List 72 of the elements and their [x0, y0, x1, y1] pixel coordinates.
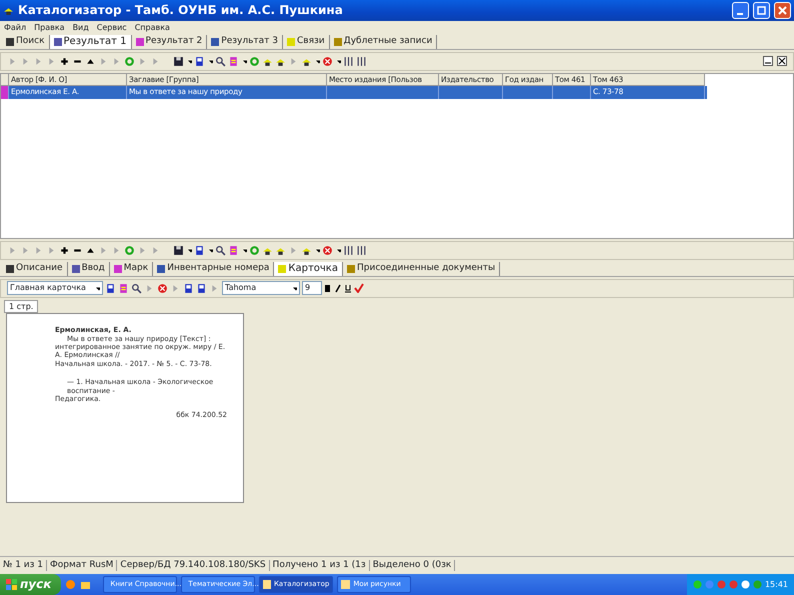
tab-icon — [54, 38, 62, 46]
magnifier-icon[interactable] — [215, 56, 226, 67]
columns-icon[interactable] — [343, 244, 354, 256]
result-tab[interactable]: Поиск — [2, 34, 50, 49]
columns-icon[interactable] — [356, 56, 367, 67]
document-icon[interactable] — [194, 244, 205, 256]
status-text: Выделено 0 (0зк — [370, 560, 456, 571]
maximize-icon[interactable] — [757, 6, 766, 15]
row-marker — [1, 86, 9, 99]
columns-icon[interactable] — [343, 56, 354, 67]
checkmark-icon[interactable] — [354, 283, 364, 294]
status-text: Получено 1 из 1 (1з — [270, 560, 370, 571]
plus-icon[interactable] — [59, 56, 70, 67]
result-tab[interactable]: Связи — [283, 34, 330, 49]
tab-icon — [114, 264, 122, 273]
restore-icon[interactable] — [763, 56, 773, 66]
minimize-button[interactable] — [732, 2, 749, 19]
menu-item[interactable]: Файл — [4, 23, 26, 33]
page-tab[interactable]: 1 стр. — [4, 300, 38, 314]
book-icon[interactable] — [118, 282, 129, 294]
detail-tab[interactable]: Марк — [110, 262, 154, 276]
flag-icon — [6, 579, 17, 590]
window-icon — [263, 580, 271, 589]
font-dropdown[interactable]: Tahoma — [222, 281, 300, 296]
document-icon[interactable] — [194, 56, 205, 67]
start-button[interactable]: пуск — [0, 574, 62, 595]
tab-icon — [157, 264, 166, 273]
tab-icon — [278, 264, 286, 273]
window-title: Каталогизатор - Тамб. ОУНБ им. А.С. Пушкина — [18, 3, 343, 18]
tab-icon — [346, 264, 355, 273]
document-icon[interactable] — [196, 282, 207, 294]
document-icon[interactable] — [183, 282, 194, 294]
result-tab[interactable]: Результат 3 — [207, 34, 284, 49]
bold-icon[interactable] — [324, 284, 332, 293]
detail-tab[interactable]: Карточка — [274, 262, 343, 276]
result-tab[interactable]: Результат 2 — [132, 34, 208, 49]
result-tab[interactable]: Дублетные записи — [330, 34, 438, 49]
document-icon[interactable] — [105, 282, 116, 294]
tab-icon — [287, 38, 296, 46]
italic-icon[interactable] — [334, 284, 342, 293]
menu-item[interactable]: Сервис — [96, 23, 127, 33]
card-type-dropdown[interactable]: Главная карточка — [7, 281, 103, 296]
tab-icon — [136, 38, 144, 46]
tab-icon — [211, 38, 220, 46]
detail-tab[interactable]: Присоединенные документы — [342, 262, 500, 276]
menu-item[interactable]: Справка — [134, 23, 170, 33]
status-text: Сервер/БД 79.140.108.180/SKS — [117, 560, 270, 571]
close-button[interactable] — [774, 2, 791, 19]
menu-item[interactable]: Вид — [72, 23, 89, 33]
tab-icon — [72, 264, 80, 273]
detail-tab[interactable]: Описание — [2, 262, 68, 276]
window-icon — [341, 580, 350, 589]
close-icon[interactable] — [777, 56, 787, 66]
tab-icon — [6, 264, 14, 273]
status-text: № 1 из 1 — [0, 560, 48, 571]
maximize-button[interactable] — [753, 2, 770, 19]
clock: 15:41 — [764, 580, 788, 590]
font-size-field[interactable]: 9 — [302, 281, 322, 296]
magnifier-icon[interactable] — [215, 244, 226, 256]
book-icon[interactable] — [228, 244, 239, 256]
folder-icon[interactable] — [80, 579, 92, 590]
book-icon[interactable] — [228, 56, 239, 67]
plus-icon[interactable] — [59, 244, 70, 256]
magnifier-icon[interactable] — [131, 282, 142, 294]
detail-tab[interactable]: Ввод — [68, 262, 110, 276]
tab-icon — [334, 38, 342, 46]
tab-icon — [6, 38, 14, 46]
menu-item[interactable]: Правка — [34, 23, 65, 33]
columns-icon[interactable] — [356, 244, 367, 256]
status-text: Формат RusM — [47, 560, 118, 571]
underline-icon[interactable] — [344, 284, 352, 293]
result-tab[interactable]: Результат 1 — [50, 34, 132, 49]
